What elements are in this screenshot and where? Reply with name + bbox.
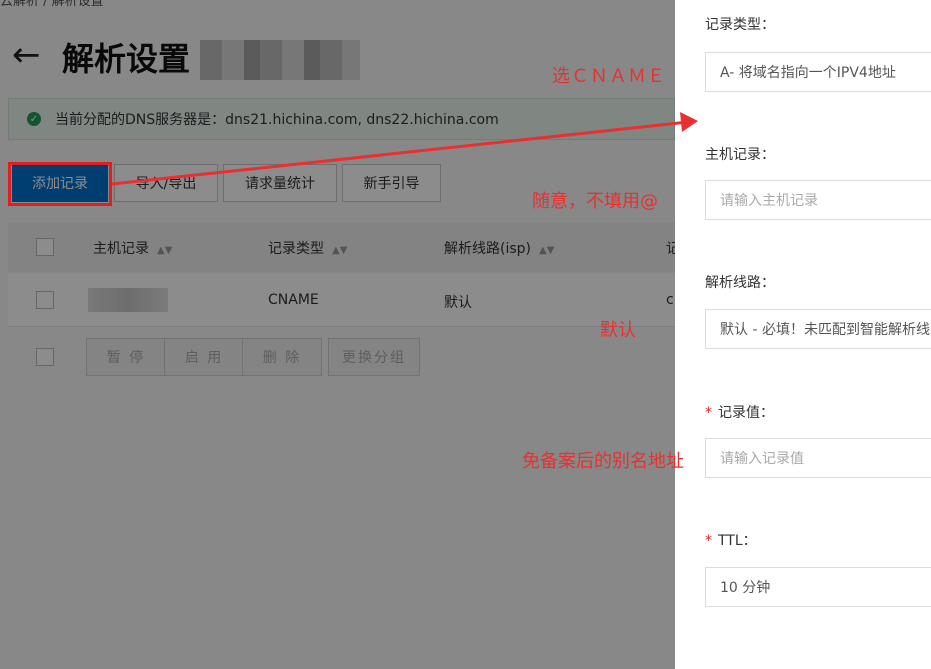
modal-mask[interactable] bbox=[0, 0, 675, 669]
record-type-label: 记录类型： bbox=[705, 17, 775, 33]
annotation-host: 随意，不填用@ bbox=[532, 191, 658, 212]
host-record-input[interactable]: 请输入主机记录 bbox=[705, 180, 931, 220]
add-record-panel: 记录类型： A- 将域名指向一个IPV4地址 主机记录： 请输入主机记录 解析线… bbox=[675, 0, 931, 669]
ttl-select[interactable]: 10 分钟 bbox=[705, 567, 931, 607]
record-value-label: * 记录值： bbox=[705, 405, 774, 421]
record-value-input[interactable]: 请输入记录值 bbox=[705, 438, 931, 478]
annotation-cname: 选ＣＮＡＭＥ bbox=[552, 66, 666, 87]
annotation-value: 免备案后的别名地址 bbox=[522, 451, 684, 472]
highlight-box bbox=[8, 162, 112, 206]
host-record-label: 主机记录： bbox=[705, 147, 775, 163]
ttl-label: * TTL： bbox=[705, 533, 757, 549]
line-select[interactable]: 默认 - 必填！未匹配到智能解析线 bbox=[705, 309, 931, 349]
dns-settings-page: 云解析 / 解析设置 ← 解析设置 ✓ 当前分配的DNS服务器是：dns21.h… bbox=[0, 0, 675, 669]
annotation-line: 默认 bbox=[600, 320, 636, 341]
record-type-select[interactable]: A- 将域名指向一个IPV4地址 bbox=[705, 52, 931, 92]
line-label: 解析线路： bbox=[705, 275, 775, 291]
